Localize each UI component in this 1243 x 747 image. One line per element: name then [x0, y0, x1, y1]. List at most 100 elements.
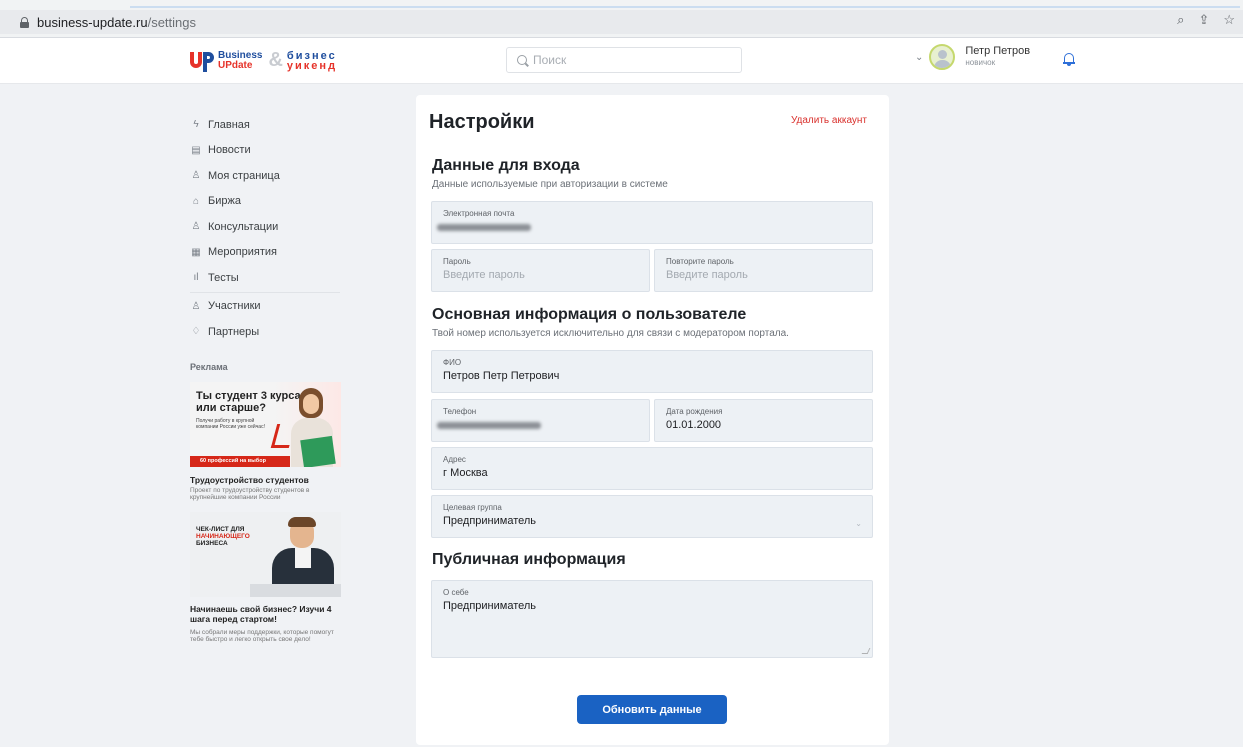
site-header: Business UPdate & бизнес уикенд ⌄ Петр П… — [0, 38, 1243, 84]
browser-toolbar: business-update.ru/settings ⌕ ⇪ ☆ — [0, 0, 1243, 38]
password-field[interactable]: Пароль Введите пароль — [431, 249, 650, 292]
ad-small-text: Получи работу в крупной компании России … — [196, 418, 265, 430]
birthdate-field[interactable]: Дата рождения 01.01.2000 — [654, 399, 873, 442]
ads-heading: Реклама — [190, 362, 228, 372]
sidebar-item-partners[interactable]: ♢ Партнеры — [190, 319, 340, 345]
address-field[interactable]: Адрес г Москва — [431, 447, 873, 490]
repeat-password-field[interactable]: Повторите пароль Введите пароль — [654, 249, 873, 292]
logo-word-uikend: уикенд — [286, 59, 338, 72]
address-bar[interactable]: business-update.ru/settings — [0, 10, 1243, 34]
page-title: Настройки — [429, 111, 535, 133]
loading-line — [130, 6, 1240, 8]
address-value: г Москва — [443, 467, 488, 479]
group-icon: ♙ — [191, 300, 201, 312]
logo-business-weekend: бизнес уикенд — [286, 49, 338, 72]
lightning-icon: ϟ — [193, 119, 199, 131]
ad-headline-line1: ЧЕК-ЛИСТ ДЛЯ — [196, 526, 245, 533]
sidebar-item-consultations[interactable]: ♙ Консультации — [190, 214, 340, 240]
logo-word-update: UPdate — [218, 59, 253, 71]
lock-icon[interactable] — [20, 16, 29, 28]
logo-mark-icon — [190, 50, 214, 72]
settings-card: Настройки Удалить аккаунт Данные для вхо… — [416, 95, 889, 745]
main-section-subtitle: Твой номер используется исключительно дл… — [432, 328, 789, 339]
chevron-down-icon[interactable]: ⌄ — [915, 52, 923, 63]
chevron-down-icon[interactable]: ⌄ — [855, 519, 862, 528]
email-value-redacted — [437, 224, 531, 231]
sidebar-item-label: Консультации — [208, 220, 279, 233]
ad-banner-students[interactable]: Ты студент 3 курса или старше? Получи ра… — [190, 382, 341, 467]
ad-strip: 60 профессий на выбор — [190, 456, 290, 467]
sidebar-item-label: Главная — [208, 118, 250, 131]
resize-handle-icon[interactable] — [861, 648, 871, 654]
sidebar-item-label: Биржа — [208, 195, 241, 208]
avatar[interactable] — [929, 44, 956, 70]
sidebar-item-participants[interactable]: ♙ Участники — [190, 294, 340, 320]
user-icon: ♙ — [191, 170, 201, 182]
email-field[interactable]: Электронная почта — [431, 201, 873, 244]
search-icon — [517, 55, 527, 65]
calendar-icon: ▦ — [191, 246, 201, 258]
ad-title[interactable]: Трудоустройство студентов — [190, 475, 309, 485]
about-textarea[interactable]: О себе Предприниматель — [431, 580, 873, 658]
target-group-label: Целевая группа — [443, 503, 502, 512]
search-box[interactable] — [506, 47, 742, 73]
phone-label: Телефон — [443, 407, 477, 416]
site-logo[interactable]: Business UPdate & бизнес уикенд — [190, 49, 337, 72]
birthdate-value: 01.01.2000 — [666, 419, 722, 431]
sidebar-item-news[interactable]: ▤ Новости — [190, 138, 340, 164]
public-section-title: Публичная информация — [432, 551, 626, 568]
newspaper-icon: ▤ — [191, 144, 201, 156]
zoom-icon[interactable]: ⌕ — [1177, 12, 1184, 28]
bell-icon[interactable] — [1063, 53, 1075, 67]
ad-banner-business[interactable]: ЧЕК-ЛИСТ ДЛЯ НАЧИНАЮЩЕГО БИЗНЕСА — [190, 512, 341, 597]
ad-description: Проект по трудоустройству студентов в кр… — [190, 487, 310, 501]
url-path: /settings — [147, 14, 196, 30]
nav-divider — [190, 291, 340, 293]
person-icon: ♙ — [191, 221, 201, 233]
repeat-password-placeholder: Введите пароль — [666, 269, 748, 281]
search-input[interactable] — [533, 53, 733, 67]
update-data-button[interactable]: Обновить данные — [577, 695, 727, 724]
folder-graphic — [300, 435, 336, 467]
fio-field[interactable]: ФИО Петров Петр Петрович — [431, 350, 873, 393]
user-name: Петр Петров — [965, 45, 1031, 57]
sidebar-nav: ϟ Главная ▤ Новости ♙ Моя страница ⌂ Биржа ♙… — [190, 112, 340, 345]
ad-headline: Ты студент 3 курса или старше? — [196, 390, 301, 414]
user-menu[interactable]: ⌄ Петр Петров новичок — [915, 44, 1030, 70]
building-icon: ⌂ — [192, 195, 200, 207]
user-role: новичок — [965, 58, 996, 67]
ad-description: Мы собрали меры поддержки, которые помог… — [190, 629, 334, 643]
login-section-title: Данные для входа — [432, 157, 580, 174]
sidebar-item-label: Партнеры — [208, 325, 260, 338]
target-group-select[interactable]: Целевая группа Предприниматель ⌄ — [431, 495, 873, 538]
sidebar-item-my-page[interactable]: ♙ Моя страница — [190, 163, 340, 189]
logo-ampersand: & — [268, 49, 283, 71]
fio-value: Петров Петр Петрович — [443, 370, 560, 382]
delete-account-link[interactable]: Удалить аккаунт — [791, 115, 867, 126]
sidebar-item-home[interactable]: ϟ Главная — [190, 112, 340, 138]
phone-field[interactable]: Телефон — [431, 399, 650, 442]
sidebar-item-exchange[interactable]: ⌂ Биржа — [190, 189, 340, 215]
star-icon[interactable]: ☆ — [1223, 12, 1235, 28]
sidebar-item-label: Мероприятия — [208, 246, 277, 259]
fio-label: ФИО — [443, 358, 462, 367]
user-info: Петр Петров новичок — [965, 45, 1030, 69]
share-icon[interactable]: ⇪ — [1198, 12, 1209, 28]
password-label: Пароль — [443, 257, 471, 266]
logo-business-update: Business UPdate — [218, 50, 262, 71]
sidebar-item-events[interactable]: ▦ Мероприятия — [190, 240, 340, 266]
birthdate-label: Дата рождения — [666, 407, 723, 416]
url-text[interactable]: business-update.ru/settings — [37, 15, 196, 30]
sidebar-item-tests[interactable]: ıl Тесты — [190, 265, 340, 291]
main-section-title: Основная информация о пользователе — [432, 306, 747, 323]
about-label: О себе — [443, 588, 469, 597]
address-label: Адрес — [443, 455, 466, 464]
ad-headline-line3: БИЗНЕСА — [196, 540, 228, 547]
browser-actions: ⌕ ⇪ ☆ — [1177, 12, 1235, 28]
about-value: Предприниматель — [443, 600, 537, 612]
logo-word-biznes: бизнес — [286, 49, 337, 62]
student-photo — [303, 394, 319, 414]
sidebar-item-label: Участники — [208, 300, 261, 313]
target-group-value: Предприниматель — [443, 515, 537, 527]
ad-title[interactable]: Начинаешь свой бизнес? Изучи 4 шага пере… — [190, 604, 340, 624]
